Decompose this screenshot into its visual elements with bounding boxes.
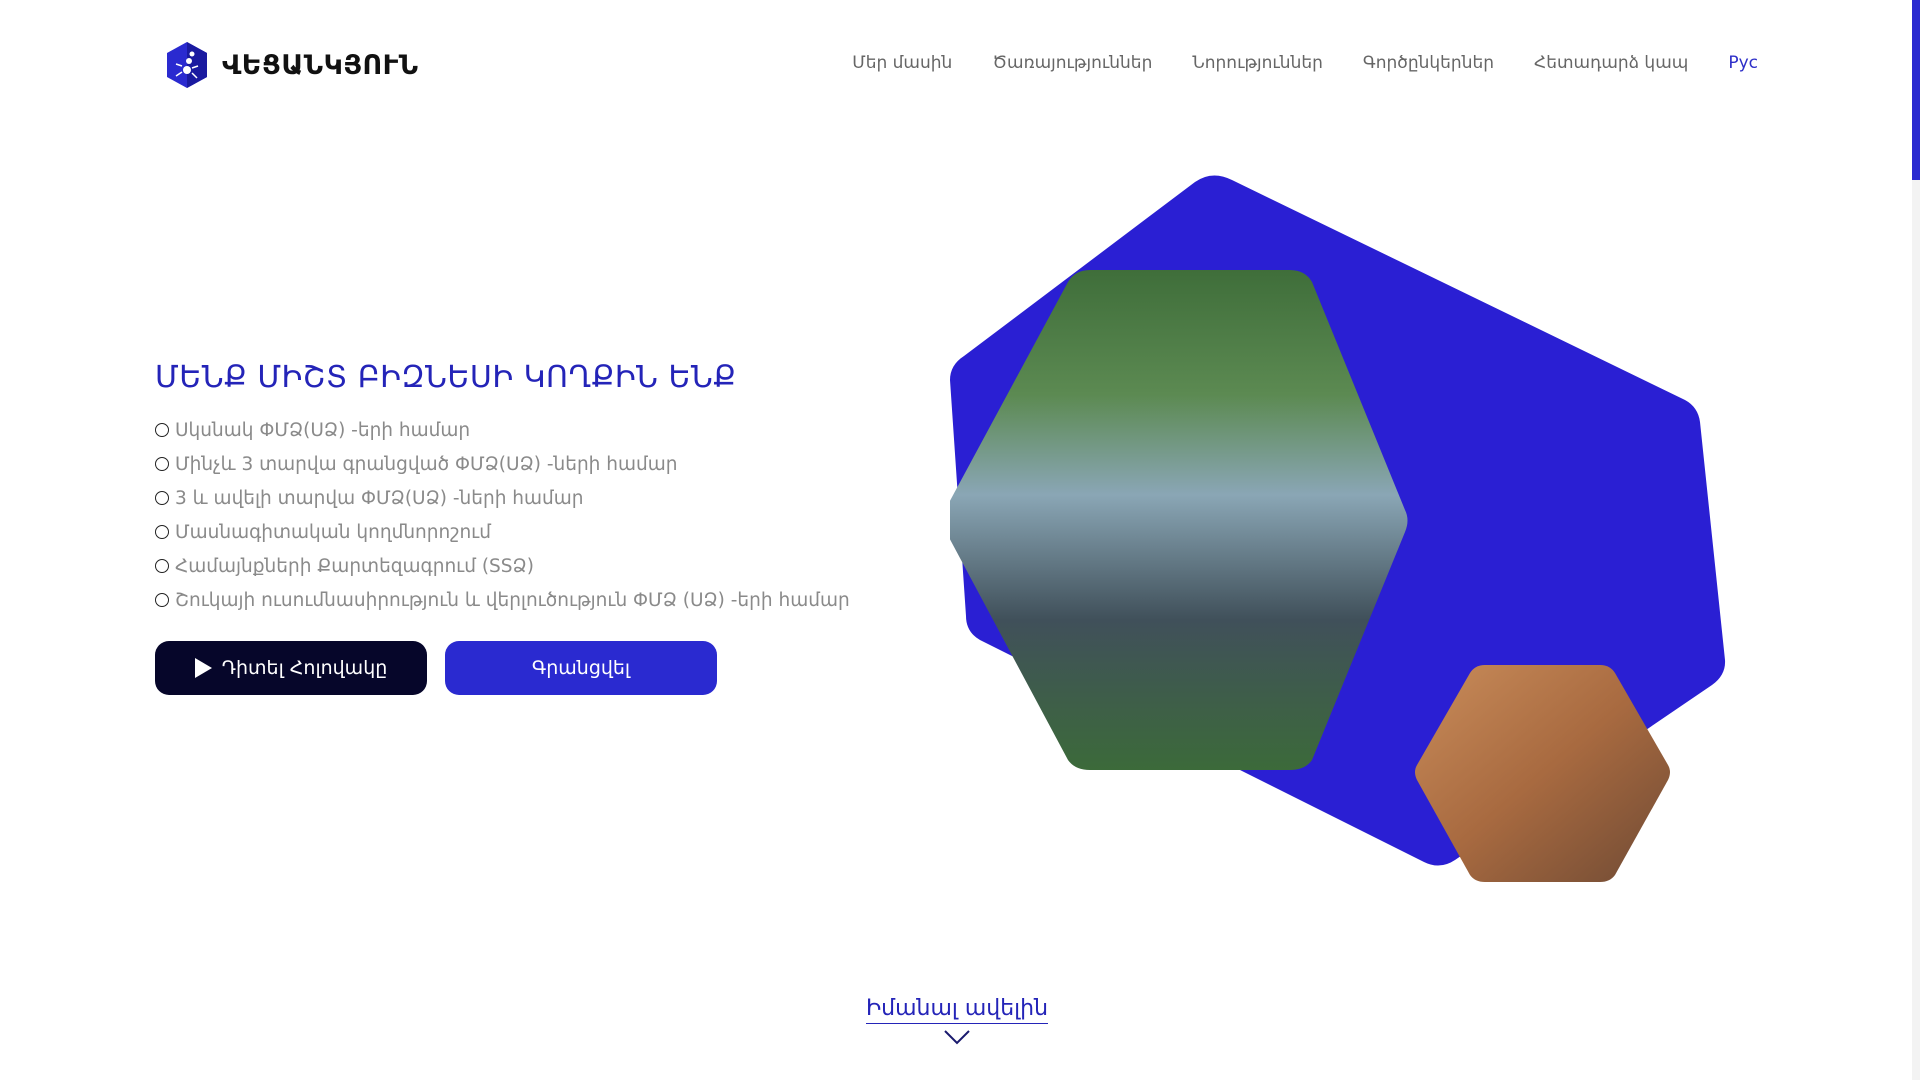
circle-bullet-icon bbox=[155, 491, 169, 505]
services-list: Սկսնակ ՓՄՁ(ՍՁ) -երի համար Մինչև 3 տարվա … bbox=[155, 413, 915, 617]
circle-bullet-icon bbox=[155, 423, 169, 437]
hero-title: ՄԵՆՔ ՄԻՇՏ ԲԻԶՆԵՍԻ ԿՈՂՔԻՆ ԵՆՔ bbox=[155, 360, 737, 395]
list-item-label: Մասնագիտական կողմնորոշում bbox=[175, 521, 491, 543]
hero-section: ՄԵՆՔ ՄԻՇՏ ԲԻԶՆԵՍԻ ԿՈՂՔԻՆ ԵՆՔ Սկսնակ ՓՄՁ(… bbox=[155, 360, 915, 695]
circle-bullet-icon bbox=[155, 593, 169, 607]
list-item: 3 և ավելի տարվա ՓՄՁ(ՍՁ) -ների համար bbox=[155, 481, 915, 515]
learn-more-link[interactable]: Իմանալ ավելին bbox=[865, 996, 1049, 1024]
circle-bullet-icon bbox=[155, 525, 169, 539]
nav-item-news[interactable]: Նորություններ bbox=[1192, 53, 1323, 73]
logo[interactable]: ՎԵՑԱՆԿՅՈՒՆ bbox=[162, 40, 419, 90]
circle-bullet-icon bbox=[155, 457, 169, 471]
list-item: Համայնքների Քարտեզագրում (SSՁ) bbox=[155, 549, 915, 583]
scrollbar-thumb[interactable] bbox=[1912, 0, 1920, 180]
chevron-down-icon[interactable] bbox=[943, 1028, 971, 1046]
hero-buttons: Դիտել Հոլովակը Գրանցվել bbox=[155, 641, 915, 695]
list-item: Մասնագիտական կողմնորոշում bbox=[155, 515, 915, 549]
learn-more[interactable]: Իմանալ ավելին bbox=[862, 996, 1052, 1046]
nav-item-partners[interactable]: Գործընկերներ bbox=[1363, 53, 1494, 73]
brand-name: ՎԵՑԱՆԿՅՈՒՆ bbox=[222, 49, 419, 81]
nav-item-about[interactable]: Մեր մասին bbox=[852, 53, 952, 73]
language-switch[interactable]: Рус bbox=[1728, 53, 1758, 73]
watch-video-button[interactable]: Դիտել Հոլովակը bbox=[155, 641, 427, 695]
hero-visual bbox=[950, 170, 1740, 900]
main-nav: Մեր մասին Ծառայություններ Նորություններ … bbox=[852, 53, 1758, 73]
list-item: Մինչև 3 տարվա գրանցված ՓՄՁ(ՍՁ) -ների համ… bbox=[155, 447, 915, 481]
nav-item-contact[interactable]: Հետադարձ կապ bbox=[1534, 53, 1688, 73]
register-button[interactable]: Գրանցվել bbox=[445, 641, 717, 695]
hexagon-graphic bbox=[950, 175, 1726, 882]
watch-video-label: Դիտել Հոլովակը bbox=[221, 657, 388, 679]
list-item-label: Համայնքների Քարտեզագրում (SSՁ) bbox=[175, 555, 534, 577]
ant-hexagon-logo-icon bbox=[167, 42, 207, 88]
scrollbar[interactable] bbox=[1912, 0, 1920, 1080]
list-item-label: Մինչև 3 տարվա գրանցված ՓՄՁ(ՍՁ) -ների համ… bbox=[175, 453, 678, 475]
circle-bullet-icon bbox=[155, 559, 169, 573]
play-icon bbox=[194, 658, 212, 678]
list-item: Շուկայի ուսումնասիրություն և վերլուծությ… bbox=[155, 583, 915, 617]
list-item-label: Շուկայի ուսումնասիրություն և վերլուծությ… bbox=[175, 589, 850, 611]
list-item-label: Սկսնակ ՓՄՁ(ՍՁ) -երի համար bbox=[175, 419, 471, 441]
list-item: Սկսնակ ՓՄՁ(ՍՁ) -երի համար bbox=[155, 413, 915, 447]
nav-item-services[interactable]: Ծառայություններ bbox=[992, 53, 1152, 73]
list-item-label: 3 և ավելի տարվա ՓՄՁ(ՍՁ) -ների համար bbox=[175, 487, 584, 509]
